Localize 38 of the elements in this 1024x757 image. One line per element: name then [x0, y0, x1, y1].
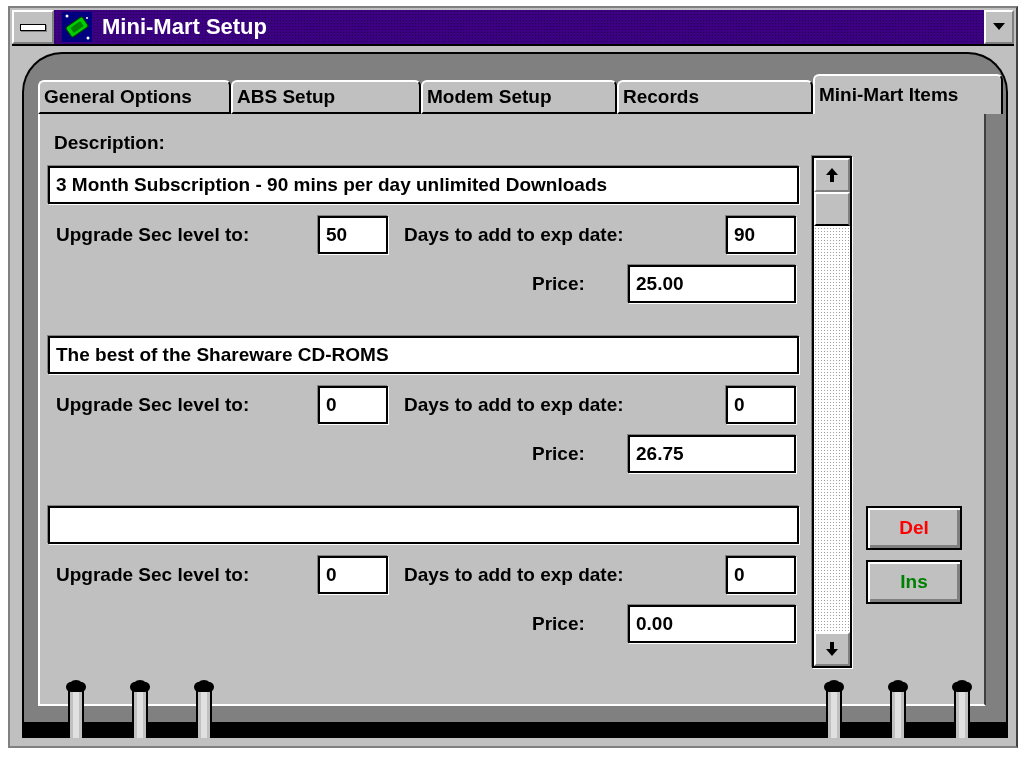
- tab[interactable]: Modem Setup: [421, 80, 617, 114]
- app-icon: [62, 12, 92, 42]
- days-label: Days to add to exp date:: [404, 224, 625, 246]
- caret-icon: [993, 23, 1005, 31]
- days-field[interactable]: 0: [726, 386, 796, 424]
- tab[interactable]: Mini-Mart Items: [813, 74, 1003, 114]
- days-field[interactable]: 90: [726, 216, 796, 254]
- down-arrow-icon: [826, 642, 838, 656]
- sec-level-field[interactable]: 0: [318, 386, 388, 424]
- upgrade-label: Upgrade Sec level to:: [56, 564, 251, 586]
- tab[interactable]: ABS Setup: [231, 80, 421, 114]
- description-label: Description:: [54, 132, 166, 155]
- description-field[interactable]: 3 Month Subscription - 90 mins per day unlimited Downloads: [48, 166, 799, 204]
- sec-level-field[interactable]: 50: [318, 216, 388, 254]
- up-arrow-icon: [826, 168, 838, 182]
- scroll-down-button[interactable]: [814, 632, 850, 666]
- sec-level-field[interactable]: 0: [318, 556, 388, 594]
- upgrade-label: Upgrade Sec level to:: [56, 394, 251, 416]
- scroll-up-button[interactable]: [814, 158, 850, 192]
- description-field[interactable]: [48, 506, 799, 544]
- price-label: Price:: [532, 273, 586, 295]
- system-menu-button[interactable]: [12, 10, 54, 44]
- price-field[interactable]: 0.00: [628, 605, 796, 643]
- description-field[interactable]: The best of the Shareware CD-ROMS: [48, 336, 799, 374]
- days-field[interactable]: 0: [726, 556, 796, 594]
- price-field[interactable]: 25.00: [628, 265, 796, 303]
- price-label: Price:: [532, 443, 586, 465]
- scroll-thumb[interactable]: [814, 192, 850, 226]
- tab[interactable]: General Options: [38, 80, 231, 114]
- days-label: Days to add to exp date:: [404, 564, 625, 586]
- tab[interactable]: Records: [617, 80, 813, 114]
- dropdown-button[interactable]: [984, 10, 1014, 44]
- days-label: Days to add to exp date:: [404, 394, 625, 416]
- scrollbar[interactable]: [812, 156, 852, 668]
- window-title: Mini-Mart Setup: [102, 14, 268, 40]
- price-label: Price:: [532, 613, 586, 635]
- price-field[interactable]: 26.75: [628, 435, 796, 473]
- upgrade-label: Upgrade Sec level to:: [56, 224, 251, 246]
